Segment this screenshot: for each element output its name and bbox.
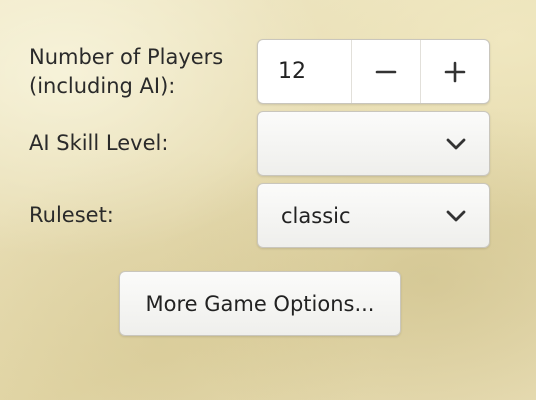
players-label: Number of Players (including AI): bbox=[29, 43, 223, 101]
ruleset-selected-value: classic bbox=[281, 203, 351, 228]
ai-skill-select[interactable] bbox=[257, 111, 490, 176]
players-stepper[interactable]: 12 bbox=[257, 39, 490, 104]
plus-icon bbox=[444, 61, 466, 82]
ai-skill-label: AI Skill Level: bbox=[29, 131, 169, 155]
players-count-input[interactable]: 12 bbox=[258, 40, 352, 103]
decrement-button[interactable] bbox=[352, 40, 421, 103]
increment-button[interactable] bbox=[421, 40, 489, 103]
more-game-options-button[interactable]: More Game Options... bbox=[119, 271, 401, 336]
players-label-line1: Number of Players bbox=[29, 45, 224, 69]
ruleset-select[interactable]: classic bbox=[257, 183, 490, 248]
minus-icon bbox=[375, 70, 397, 73]
ruleset-label: Ruleset: bbox=[29, 203, 114, 227]
chevron-down-icon bbox=[445, 137, 467, 151]
more-game-options-label: More Game Options... bbox=[145, 291, 375, 316]
chevron-down-icon bbox=[445, 209, 467, 223]
players-label-line2: (including AI): bbox=[29, 74, 176, 98]
